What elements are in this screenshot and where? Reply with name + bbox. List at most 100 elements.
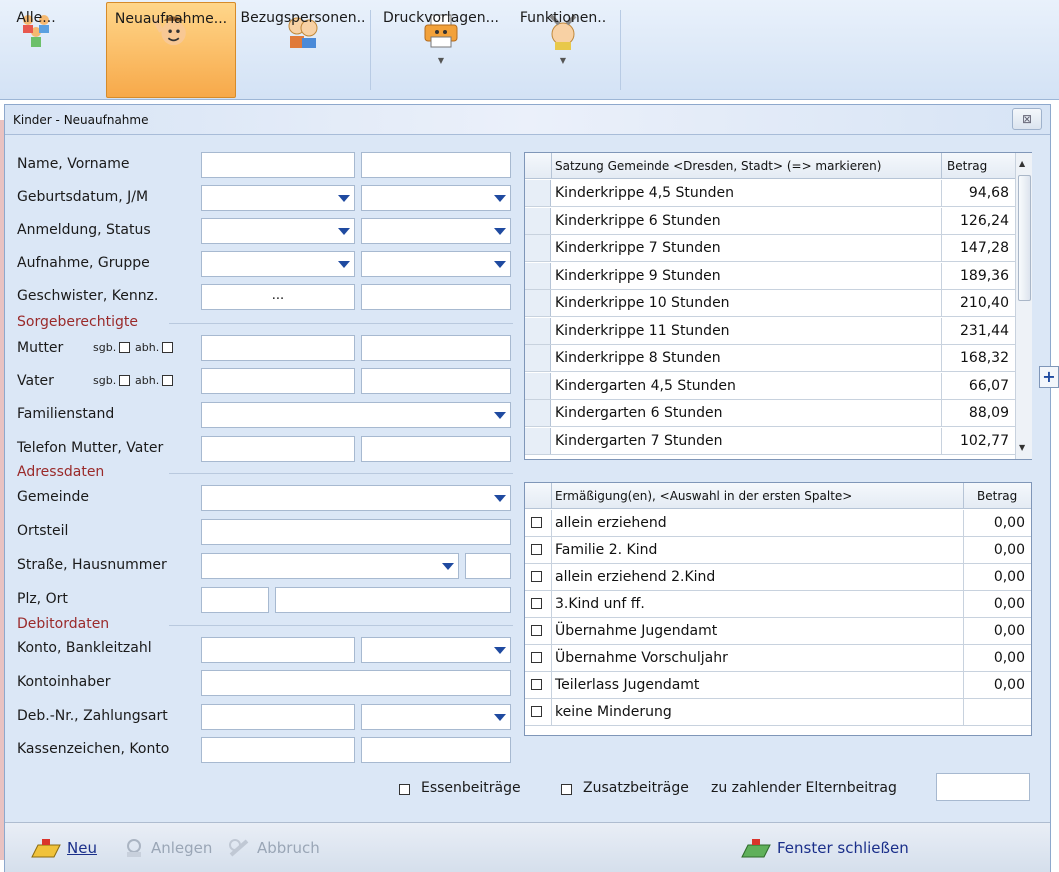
ermaessigung-row[interactable]: Familie 2. Kind 0,00 bbox=[525, 537, 1031, 564]
ortsteil-field[interactable] bbox=[201, 519, 511, 545]
scroll-up-icon[interactable]: ▲ bbox=[1019, 159, 1025, 168]
satzung-row[interactable]: Kinderkrippe 7 Stunden 147,28 bbox=[525, 235, 1015, 262]
column-divider bbox=[963, 537, 964, 563]
kennz-field[interactable] bbox=[361, 284, 511, 310]
hausnummer-field[interactable] bbox=[465, 553, 511, 579]
neu-button[interactable]: Neu bbox=[29, 833, 97, 863]
row-selector[interactable] bbox=[525, 207, 551, 234]
row-selector[interactable] bbox=[525, 262, 551, 289]
ermaessigung-row[interactable]: keine Minderung bbox=[525, 699, 1031, 726]
satzung-grid[interactable]: Satzung Gemeinde <Dresden, Stadt> (=> ma… bbox=[524, 152, 1032, 460]
row-selector[interactable] bbox=[525, 427, 551, 454]
zahlungsart-combo[interactable] bbox=[361, 704, 511, 730]
row-selector[interactable] bbox=[525, 317, 551, 344]
konto-field[interactable] bbox=[201, 637, 355, 663]
kassenzeichen-field[interactable] bbox=[201, 737, 355, 763]
gruppe-combo[interactable] bbox=[361, 251, 511, 277]
strasse-combo[interactable] bbox=[201, 553, 459, 579]
name-field[interactable] bbox=[201, 152, 355, 178]
satzung-row[interactable]: Kindergarten 4,5 Stunden 66,07 bbox=[525, 372, 1015, 400]
vorname-field[interactable] bbox=[361, 152, 511, 178]
satzung-row[interactable]: Kinderkrippe 9 Stunden 189,36 bbox=[525, 262, 1015, 290]
satzung-scrollbar[interactable]: ▲ ▼ bbox=[1015, 153, 1032, 459]
mutter-field-2[interactable] bbox=[361, 335, 511, 361]
row-selector[interactable] bbox=[525, 180, 551, 206]
satzung-row[interactable]: Kinderkrippe 4,5 Stunden 94,68 bbox=[525, 180, 1015, 207]
zusatz-checkbox[interactable] bbox=[561, 784, 572, 795]
scroll-thumb[interactable] bbox=[1018, 175, 1031, 301]
bankleitzahl-combo[interactable] bbox=[361, 637, 511, 663]
anlegen-button[interactable]: Anlegen bbox=[121, 833, 212, 863]
column-divider bbox=[963, 510, 964, 536]
plz-field[interactable] bbox=[201, 587, 269, 613]
column-divider bbox=[941, 372, 942, 399]
satzung-row[interactable]: Kinderkrippe 6 Stunden 126,24 bbox=[525, 207, 1015, 235]
elternbeitrag-field[interactable] bbox=[936, 773, 1030, 801]
aufnahme-combo[interactable] bbox=[201, 251, 355, 277]
ermaessigung-row[interactable]: 3.Kind unf ff. 0,00 bbox=[525, 591, 1031, 618]
add-plus-button[interactable]: + bbox=[1039, 366, 1059, 388]
column-divider bbox=[941, 345, 942, 371]
vater-field-2[interactable] bbox=[361, 368, 511, 394]
debnr-field[interactable] bbox=[201, 704, 355, 730]
satzung-row[interactable]: Kinderkrippe 11 Stunden 231,44 bbox=[525, 317, 1015, 345]
ermaessigung-row[interactable]: Teilerlass Jugendamt 0,00 bbox=[525, 672, 1031, 699]
ermaessigung-row[interactable]: allein erziehend 2.Kind 0,00 bbox=[525, 564, 1031, 591]
ermaessigung-checkbox[interactable] bbox=[531, 544, 542, 555]
ribbon-button-alle[interactable]: Alle... bbox=[10, 2, 62, 98]
telefon-mutter-field[interactable] bbox=[201, 436, 355, 462]
row-selector[interactable] bbox=[525, 235, 551, 261]
ermaessigung-row[interactable]: Übernahme Jugendamt 0,00 bbox=[525, 618, 1031, 645]
ribbon-button-funktionen[interactable]: Funktionen.. ▼ bbox=[512, 2, 614, 98]
ermaessigung-checkbox[interactable] bbox=[531, 706, 542, 717]
satzung-row[interactable]: Kinderkrippe 10 Stunden 210,40 bbox=[525, 290, 1015, 317]
ermaessigung-checkbox[interactable] bbox=[531, 571, 542, 582]
mutter-abh-checkbox[interactable] bbox=[162, 342, 173, 353]
familienstand-combo[interactable] bbox=[201, 402, 511, 428]
ermaessigung-row[interactable]: Übernahme Vorschuljahr 0,00 bbox=[525, 645, 1031, 672]
ermaessigung-row-name: Übernahme Jugendamt bbox=[555, 623, 718, 639]
row-selector[interactable] bbox=[525, 372, 551, 399]
ribbon-button-neuaufnahme[interactable]: Neuaufnahme... bbox=[106, 2, 236, 98]
ermaessigung-row-betrag: 0,00 bbox=[993, 542, 1025, 558]
vater-abh-checkbox[interactable] bbox=[162, 375, 173, 386]
satzung-row[interactable]: Kindergarten 7 Stunden 102,77 bbox=[525, 427, 1015, 455]
mutter-field[interactable] bbox=[201, 335, 355, 361]
ermaessigung-row[interactable]: allein erziehend 0,00 bbox=[525, 510, 1031, 537]
abbruch-button[interactable]: Abbruch bbox=[225, 833, 320, 863]
jm-combo[interactable] bbox=[361, 185, 511, 211]
ermaessigung-grid[interactable]: Ermäßigung(en), <Auswahl in der ersten S… bbox=[524, 482, 1032, 736]
chevron-down-icon bbox=[494, 228, 506, 235]
scroll-down-icon[interactable]: ▼ bbox=[1019, 443, 1025, 452]
mutter-sgb-checkbox[interactable] bbox=[119, 342, 130, 353]
satzung-row[interactable]: Kindergarten 6 Stunden 88,09 bbox=[525, 400, 1015, 427]
ermaessigung-row-betrag: 0,00 bbox=[993, 623, 1025, 639]
vater-field[interactable] bbox=[201, 368, 355, 394]
ermaessigung-checkbox[interactable] bbox=[531, 652, 542, 663]
anmeldung-combo[interactable] bbox=[201, 218, 355, 244]
kassenzeichen-konto-field[interactable] bbox=[361, 737, 511, 763]
geburtsdatum-combo[interactable] bbox=[201, 185, 355, 211]
ort-field[interactable] bbox=[275, 587, 511, 613]
essen-checkbox[interactable] bbox=[399, 784, 410, 795]
fenster-schliessen-button[interactable]: Fenster schließen bbox=[739, 833, 909, 863]
ermaessigung-checkbox[interactable] bbox=[531, 598, 542, 609]
ribbon-button-druckvorlagen[interactable]: Druckvorlagen... ▼ bbox=[380, 2, 502, 98]
abh-label: abh. bbox=[135, 341, 160, 354]
gemeinde-combo[interactable] bbox=[201, 485, 511, 511]
geschwister-button[interactable]: ... bbox=[201, 284, 355, 310]
ribbon-button-bezugspersonen[interactable]: Bezugspersonen.. bbox=[241, 2, 366, 98]
ermaessigung-checkbox[interactable] bbox=[531, 625, 542, 636]
ermaessigung-checkbox[interactable] bbox=[531, 517, 542, 528]
ermaessigung-checkbox[interactable] bbox=[531, 679, 542, 690]
telefon-vater-field[interactable] bbox=[361, 436, 511, 462]
satzung-row[interactable]: Kinderkrippe 8 Stunden 168,32 bbox=[525, 345, 1015, 372]
row-selector[interactable] bbox=[525, 345, 551, 371]
section-divider bbox=[169, 625, 513, 626]
status-combo[interactable] bbox=[361, 218, 511, 244]
row-selector[interactable] bbox=[525, 290, 551, 316]
vater-sgb-checkbox[interactable] bbox=[119, 375, 130, 386]
close-icon[interactable]: ⊠ bbox=[1012, 108, 1042, 130]
row-selector[interactable] bbox=[525, 400, 551, 426]
kontoinhaber-field[interactable] bbox=[201, 670, 511, 696]
